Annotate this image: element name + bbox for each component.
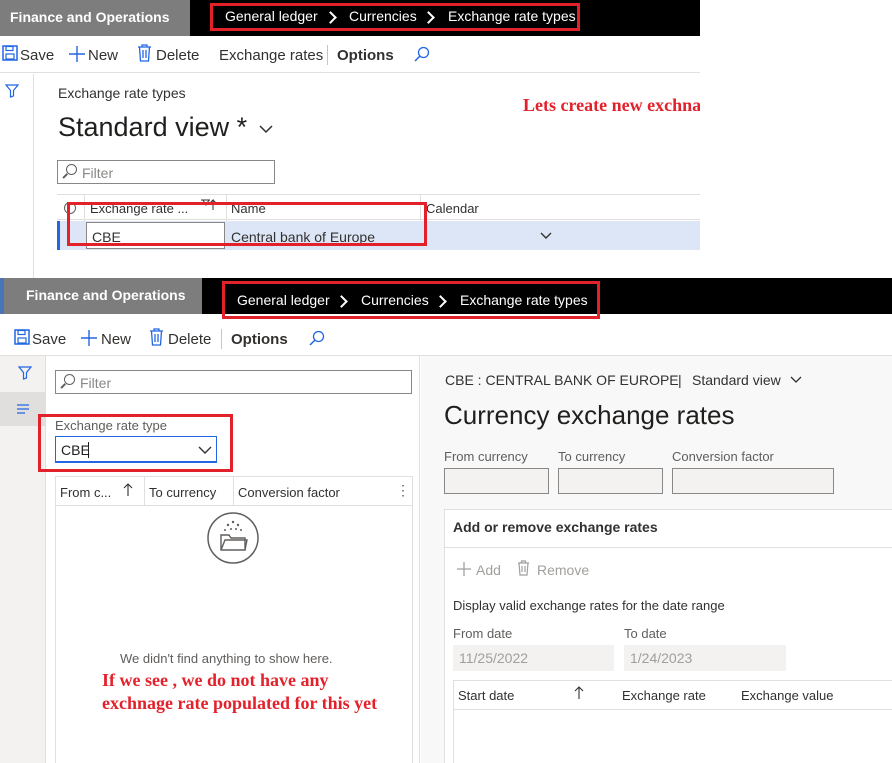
save-icon — [14, 329, 30, 345]
app-title[interactable]: Finance and Operations — [0, 0, 190, 36]
save-icon — [2, 45, 18, 61]
view-selector[interactable]: Standard view — [692, 372, 781, 388]
filter-input[interactable]: Filter — [57, 160, 275, 184]
save-button[interactable]: Save — [20, 47, 54, 64]
column-calendar[interactable]: Calendar — [426, 201, 479, 216]
conversion-factor-field[interactable] — [672, 468, 834, 494]
filter-placeholder: Filter — [82, 165, 114, 181]
exchange-rate-type-highlight — [38, 414, 233, 472]
divider — [327, 45, 328, 65]
options-button[interactable]: Options — [337, 47, 394, 64]
filter-input[interactable]: Filter — [55, 370, 412, 394]
from-currency-field[interactable] — [444, 468, 549, 494]
details-pane: CBE : CENTRAL BANK OF EUROPE | Standard … — [421, 356, 892, 763]
range-caption: Display valid exchange rates for the dat… — [453, 598, 725, 613]
chevron-down-icon[interactable] — [540, 232, 552, 240]
conversion-factor-label: Conversion factor — [672, 449, 774, 464]
save-button[interactable]: Save — [32, 331, 66, 348]
search-icon[interactable] — [309, 330, 325, 346]
record-caption: CBE : CENTRAL BANK OF EUROPE — [445, 372, 679, 388]
remove-button[interactable]: Remove — [537, 562, 589, 578]
action-bar: Save New Delete Exchange rates Options — [0, 37, 700, 73]
exchange-rates-button[interactable]: Exchange rates — [219, 47, 323, 64]
page-caption: Exchange rate types — [58, 85, 186, 101]
to-currency-field[interactable] — [558, 468, 663, 494]
divider — [221, 329, 222, 349]
from-currency-label: From currency — [444, 449, 528, 464]
delete-icon — [518, 560, 529, 576]
options-button[interactable]: Options — [231, 331, 288, 348]
add-icon — [69, 46, 85, 62]
from-date-label: From date — [453, 626, 513, 641]
search-icon — [64, 374, 75, 385]
chevron-down-icon[interactable] — [259, 125, 273, 134]
column-start-date[interactable]: Start date — [458, 688, 514, 703]
column-exchange-rate[interactable]: Exchange rate — [622, 688, 706, 703]
delete-icon — [138, 44, 151, 62]
column-exchange-value[interactable]: Exchange value — [741, 688, 834, 703]
app-title[interactable]: Finance and Operations — [0, 278, 202, 314]
new-button[interactable]: New — [101, 331, 131, 348]
sort-ascending-icon[interactable] — [123, 483, 133, 497]
to-date-field[interactable]: 1/24/2023 — [624, 645, 786, 671]
annotation-top: Lets create new exchnage rate type — [523, 95, 700, 115]
to-date-label: To date — [624, 626, 667, 641]
add-button[interactable]: Add — [476, 562, 501, 578]
bottom-screenshot: Finance and Operations General ledger Cu… — [0, 278, 892, 763]
from-date-field[interactable]: 11/25/2022 — [453, 645, 614, 671]
search-icon[interactable] — [414, 46, 430, 62]
view-title[interactable]: Standard view * — [58, 112, 247, 143]
section-title[interactable]: Add or remove exchange rates — [453, 519, 658, 535]
chevron-down-icon[interactable] — [790, 376, 802, 384]
add-icon — [457, 562, 471, 576]
add-icon — [81, 330, 97, 346]
delete-icon — [150, 328, 163, 346]
more-options-icon[interactable]: ⋮ — [396, 482, 410, 499]
column-to-currency[interactable]: To currency — [149, 485, 216, 500]
new-button[interactable]: New — [88, 47, 118, 64]
action-bar: Save New Delete Options — [0, 320, 892, 356]
delete-button[interactable]: Delete — [168, 331, 211, 348]
sort-ascending-icon[interactable] — [574, 686, 584, 700]
list-pane: Filter Exchange rate type CBE From c... … — [38, 356, 420, 763]
list-icon — [17, 404, 29, 414]
caption-separator: | — [678, 372, 682, 388]
column-divider — [144, 476, 145, 506]
column-from-currency[interactable]: From c... — [60, 485, 111, 500]
breadcrumb-highlight — [210, 3, 580, 31]
column-divider — [233, 476, 234, 506]
filter-placeholder: Filter — [80, 375, 112, 391]
empty-folder-icon — [207, 512, 259, 564]
filter-rail — [0, 74, 34, 278]
page-title: Currency exchange rates — [444, 400, 735, 430]
column-conversion-factor[interactable]: Conversion factor — [238, 485, 340, 500]
new-record-highlight — [67, 202, 427, 246]
empty-message: We didn't find anything to show here. — [120, 651, 333, 666]
search-icon — [66, 164, 77, 175]
delete-button[interactable]: Delete — [156, 47, 199, 64]
to-currency-label: To currency — [558, 449, 626, 464]
section-divider — [445, 547, 892, 548]
filter-icon[interactable] — [18, 366, 32, 380]
top-screenshot: Finance and Operations General ledger Cu… — [0, 0, 700, 278]
filter-icon[interactable] — [5, 84, 19, 98]
annotation-bottom: If we see , we do not have any exchnage … — [102, 670, 378, 713]
breadcrumb-highlight — [222, 281, 600, 319]
